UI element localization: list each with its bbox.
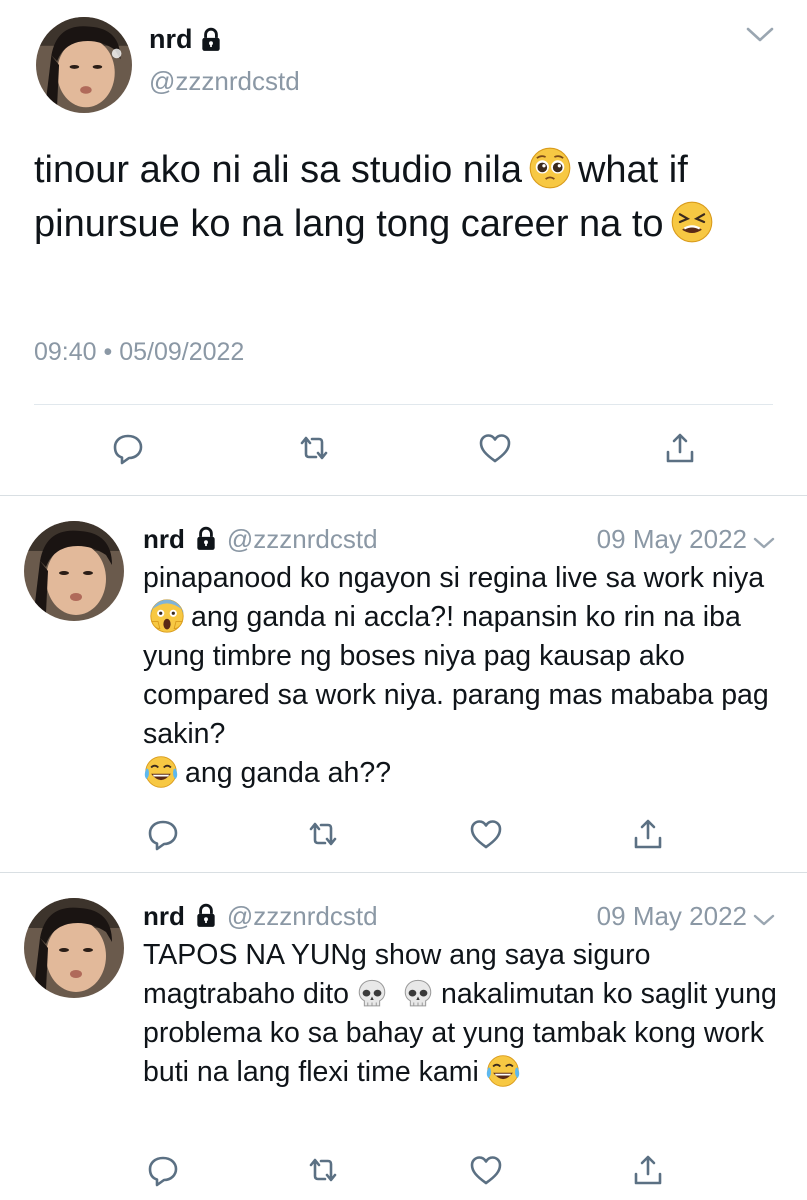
reply-header: nrd @zzznrdcstd 09 May 2022 — [143, 900, 777, 932]
reply-icon[interactable] — [145, 816, 181, 852]
tweet-text-part: tinour ako ni ali sa studio nila — [34, 149, 522, 191]
reply-text-part: ang ganda ah?? — [185, 757, 392, 789]
reply-icon[interactable] — [145, 1152, 181, 1188]
reply-date[interactable]: 09 May 2022 — [597, 524, 747, 555]
share-icon[interactable] — [662, 430, 698, 466]
heart-icon[interactable] — [477, 430, 513, 466]
divider — [0, 495, 807, 496]
reply-date[interactable]: 09 May 2022 — [597, 901, 747, 932]
lock-icon — [193, 526, 219, 552]
tears-of-joy-icon — [485, 1053, 521, 1089]
retweet-icon[interactable] — [305, 1152, 341, 1188]
pleading-face-icon — [528, 146, 572, 190]
tired-face-icon — [670, 200, 714, 244]
reply-text: pinapanood ko ngayon si regina live sa w… — [143, 559, 783, 793]
author-handle[interactable]: @zzznrdcstd — [227, 901, 378, 932]
share-icon[interactable] — [630, 816, 666, 852]
heart-icon[interactable] — [468, 1152, 504, 1188]
reply-text-part: ang ganda ni accla?! napansin ko rin na … — [143, 601, 769, 750]
author-handle[interactable]: @zzznrdcstd — [149, 66, 300, 97]
chevron-down-icon[interactable] — [751, 529, 777, 549]
heart-icon[interactable] — [468, 816, 504, 852]
chevron-down-icon[interactable] — [751, 906, 777, 926]
chevron-down-icon[interactable] — [745, 22, 775, 46]
tweet-timestamp[interactable]: 09:40 • 05/09/2022 — [34, 338, 244, 367]
retweet-icon[interactable] — [305, 816, 341, 852]
author-handle[interactable]: @zzznrdcstd — [227, 524, 378, 555]
reply-header: nrd @zzznrdcstd 09 May 2022 — [143, 523, 777, 555]
retweet-icon[interactable] — [296, 430, 332, 466]
divider — [34, 404, 773, 405]
skull-icon — [401, 977, 435, 1011]
author-name[interactable]: nrd — [143, 524, 185, 555]
lock-icon — [198, 27, 224, 53]
avatar[interactable] — [36, 17, 132, 113]
avatar[interactable] — [24, 521, 124, 621]
divider — [0, 872, 807, 873]
skull-icon — [355, 977, 389, 1011]
reply-tweet: nrd @zzznrdcstd 09 May 2022 pinapanood k… — [0, 497, 807, 872]
reply-icon[interactable] — [110, 430, 146, 466]
avatar[interactable] — [24, 898, 124, 998]
reply-tweet: nrd @zzznrdcstd 09 May 2022 TAPOS NA YUN… — [0, 874, 807, 1200]
author-name[interactable]: nrd — [143, 901, 185, 932]
screaming-face-icon — [149, 598, 185, 634]
main-tweet: nrd @zzznrdcstd tinour ako ni ali sa stu… — [0, 0, 807, 495]
lock-icon — [193, 903, 219, 929]
reply-text-part: pinapanood ko ngayon si regina live sa w… — [143, 562, 765, 594]
share-icon[interactable] — [630, 1152, 666, 1188]
action-bar — [0, 430, 807, 474]
tweet-text: tinour ako ni ali sa studio nila what if … — [34, 143, 774, 251]
author-name[interactable]: nrd — [149, 24, 193, 55]
tears-of-joy-icon — [143, 754, 179, 790]
author-row: nrd — [149, 24, 224, 55]
reply-text: TAPOS NA YUNg show ang saya siguro magtr… — [143, 936, 783, 1092]
